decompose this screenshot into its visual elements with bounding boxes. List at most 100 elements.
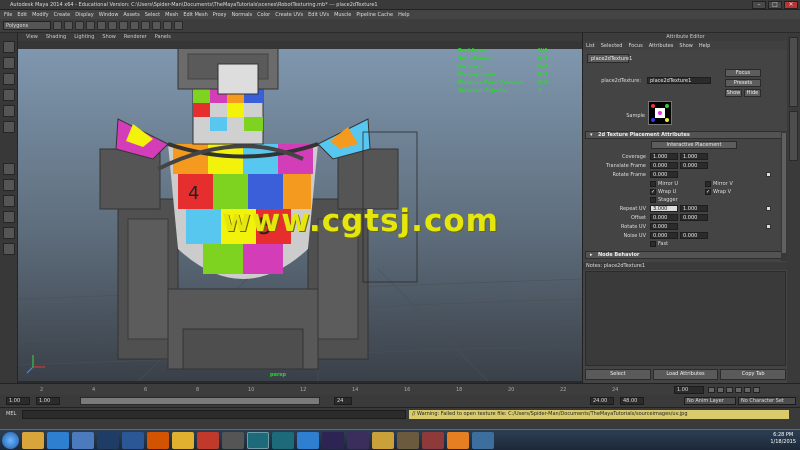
current-time-field[interactable]: 1.00 (674, 386, 704, 394)
rotate-frame-key-icon[interactable] (766, 172, 771, 177)
new-scene-icon[interactable] (53, 21, 62, 30)
time-slider[interactable]: 2 4 6 8 10 12 14 16 18 20 22 24 1.00 (0, 383, 800, 395)
snap-grid-icon[interactable] (119, 21, 128, 30)
maya-icon[interactable] (247, 431, 269, 449)
copy-tab-button[interactable]: Copy Tab (720, 369, 787, 380)
ie-icon[interactable] (47, 431, 69, 449)
ae-menu-show[interactable]: Show (679, 43, 693, 49)
render-settings-icon[interactable] (174, 21, 183, 30)
menu-display[interactable]: Display (75, 12, 93, 18)
offset-v-field[interactable]: 0.000 (680, 214, 708, 221)
range-bar[interactable] (80, 397, 320, 405)
firefox-icon[interactable] (147, 431, 169, 449)
lasso-tool-icon[interactable] (3, 57, 15, 69)
coverage-v-field[interactable]: 1.000 (680, 153, 708, 160)
interactive-placement-button[interactable]: Interactive Placement (651, 141, 737, 149)
layout-hypershade-icon[interactable] (3, 243, 15, 255)
node-name-field[interactable]: place2dTexture1 (647, 77, 711, 84)
layout-outliner-icon[interactable] (3, 211, 15, 223)
vlc-icon[interactable] (447, 431, 469, 449)
vp-menu-shading[interactable]: Shading (46, 34, 66, 40)
translate-frame-u-field[interactable]: 0.000 (650, 162, 678, 169)
maximize-button[interactable]: □ (768, 0, 782, 9)
vp-menu-lighting[interactable]: Lighting (74, 34, 94, 40)
layout-graph-icon[interactable] (3, 227, 15, 239)
step-forward-icon[interactable] (744, 387, 751, 393)
menu-modify[interactable]: Modify (32, 12, 49, 18)
explorer-icon[interactable] (22, 431, 44, 449)
maya-secondary-icon[interactable] (272, 431, 294, 449)
render-icon[interactable] (152, 21, 161, 30)
play-forward-icon[interactable] (735, 387, 742, 393)
tab-attribute-editor[interactable] (789, 111, 798, 161)
texture-sample-swatch[interactable] (648, 101, 672, 125)
layout-two-icon[interactable] (3, 195, 15, 207)
coverage-u-field[interactable]: 1.000 (650, 153, 678, 160)
range-inner-end-field[interactable]: 24 (334, 397, 352, 405)
close-button[interactable]: ✕ (784, 0, 798, 9)
chrome-icon[interactable] (172, 431, 194, 449)
photoshop-icon[interactable] (97, 431, 119, 449)
menu-assets[interactable]: Assets (123, 12, 139, 18)
stagger-checkbox[interactable] (650, 197, 656, 203)
opera-icon[interactable] (197, 431, 219, 449)
vp-menu-renderer[interactable]: Renderer (124, 34, 147, 40)
system-clock[interactable]: 6:28 PM 1/18/2015 (770, 432, 796, 446)
notes-textarea[interactable] (585, 271, 786, 366)
paint-select-tool-icon[interactable] (3, 73, 15, 85)
menu-color[interactable]: Color (257, 12, 270, 18)
load-attributes-button[interactable]: Load Attributes (652, 369, 719, 380)
select-component-icon[interactable] (108, 21, 117, 30)
move-tool-icon[interactable] (3, 89, 15, 101)
save-scene-icon[interactable] (75, 21, 84, 30)
wrap-u-checkbox[interactable]: ✓ (650, 189, 656, 195)
media-player-icon[interactable] (72, 431, 94, 449)
range-start-field[interactable]: 1.00 (6, 397, 30, 405)
start-button-icon[interactable] (2, 431, 19, 449)
mail-icon[interactable] (472, 431, 494, 449)
select-object-icon[interactable] (97, 21, 106, 30)
menu-create[interactable]: Create (54, 12, 71, 18)
section-2d-texture-placement[interactable]: ▾ 2d Texture Placement Attributes (585, 131, 784, 139)
presets-button[interactable]: Presets (725, 79, 761, 87)
menu-help[interactable]: Help (398, 12, 409, 18)
menu-edit[interactable]: Edit (17, 12, 27, 18)
vp-menu-show[interactable]: Show (102, 34, 116, 40)
scroll-thumb[interactable] (782, 133, 786, 253)
ie-secondary-icon[interactable] (297, 431, 319, 449)
range-end-left-field[interactable]: 24.00 (590, 397, 614, 405)
step-back-icon[interactable] (717, 387, 724, 393)
rotate-tool-icon[interactable] (3, 105, 15, 117)
hide-button[interactable]: Hide (744, 89, 761, 97)
go-to-start-icon[interactable] (708, 387, 715, 393)
layout-four-icon[interactable] (3, 179, 15, 191)
scale-tool-icon[interactable] (3, 121, 15, 133)
menu-normals[interactable]: Normals (231, 12, 252, 18)
go-to-end-icon[interactable] (753, 387, 760, 393)
menu-edit-uvs[interactable]: Edit UVs (308, 12, 329, 18)
menu-select[interactable]: Select (145, 12, 160, 18)
repeat-u-field[interactable]: 3.000 (650, 205, 678, 212)
ipr-render-icon[interactable] (163, 21, 172, 30)
wrap-v-checkbox[interactable]: ✓ (705, 189, 711, 195)
word-icon[interactable] (122, 431, 144, 449)
ae-menu-selected[interactable]: Selected (601, 43, 623, 49)
gimp-icon[interactable] (397, 431, 419, 449)
snap-point-icon[interactable] (141, 21, 150, 30)
anim-layer-dropdown[interactable]: No Anim Layer (684, 397, 736, 405)
mirror-v-checkbox[interactable] (705, 181, 711, 187)
hand-tool-icon[interactable] (422, 431, 444, 449)
offset-u-field[interactable]: 0.000 (650, 214, 678, 221)
menu-file[interactable]: File (4, 12, 12, 18)
after-effects-icon[interactable] (322, 431, 344, 449)
fast-checkbox[interactable] (650, 241, 656, 247)
menu-pipeline-cache[interactable]: Pipeline Cache (356, 12, 393, 18)
menu-create-uvs[interactable]: Create UVs (275, 12, 303, 18)
character-set-dropdown[interactable]: No Character Set (738, 397, 796, 405)
ae-menu-list[interactable]: List (586, 43, 595, 49)
vp-menu-view[interactable]: View (26, 34, 38, 40)
vp-menu-panels[interactable]: Panels (155, 34, 171, 40)
noise-v-field[interactable]: 0.000 (680, 232, 708, 239)
range-inner-start-field[interactable]: 1.00 (36, 397, 60, 405)
show-button[interactable]: Show (725, 89, 742, 97)
